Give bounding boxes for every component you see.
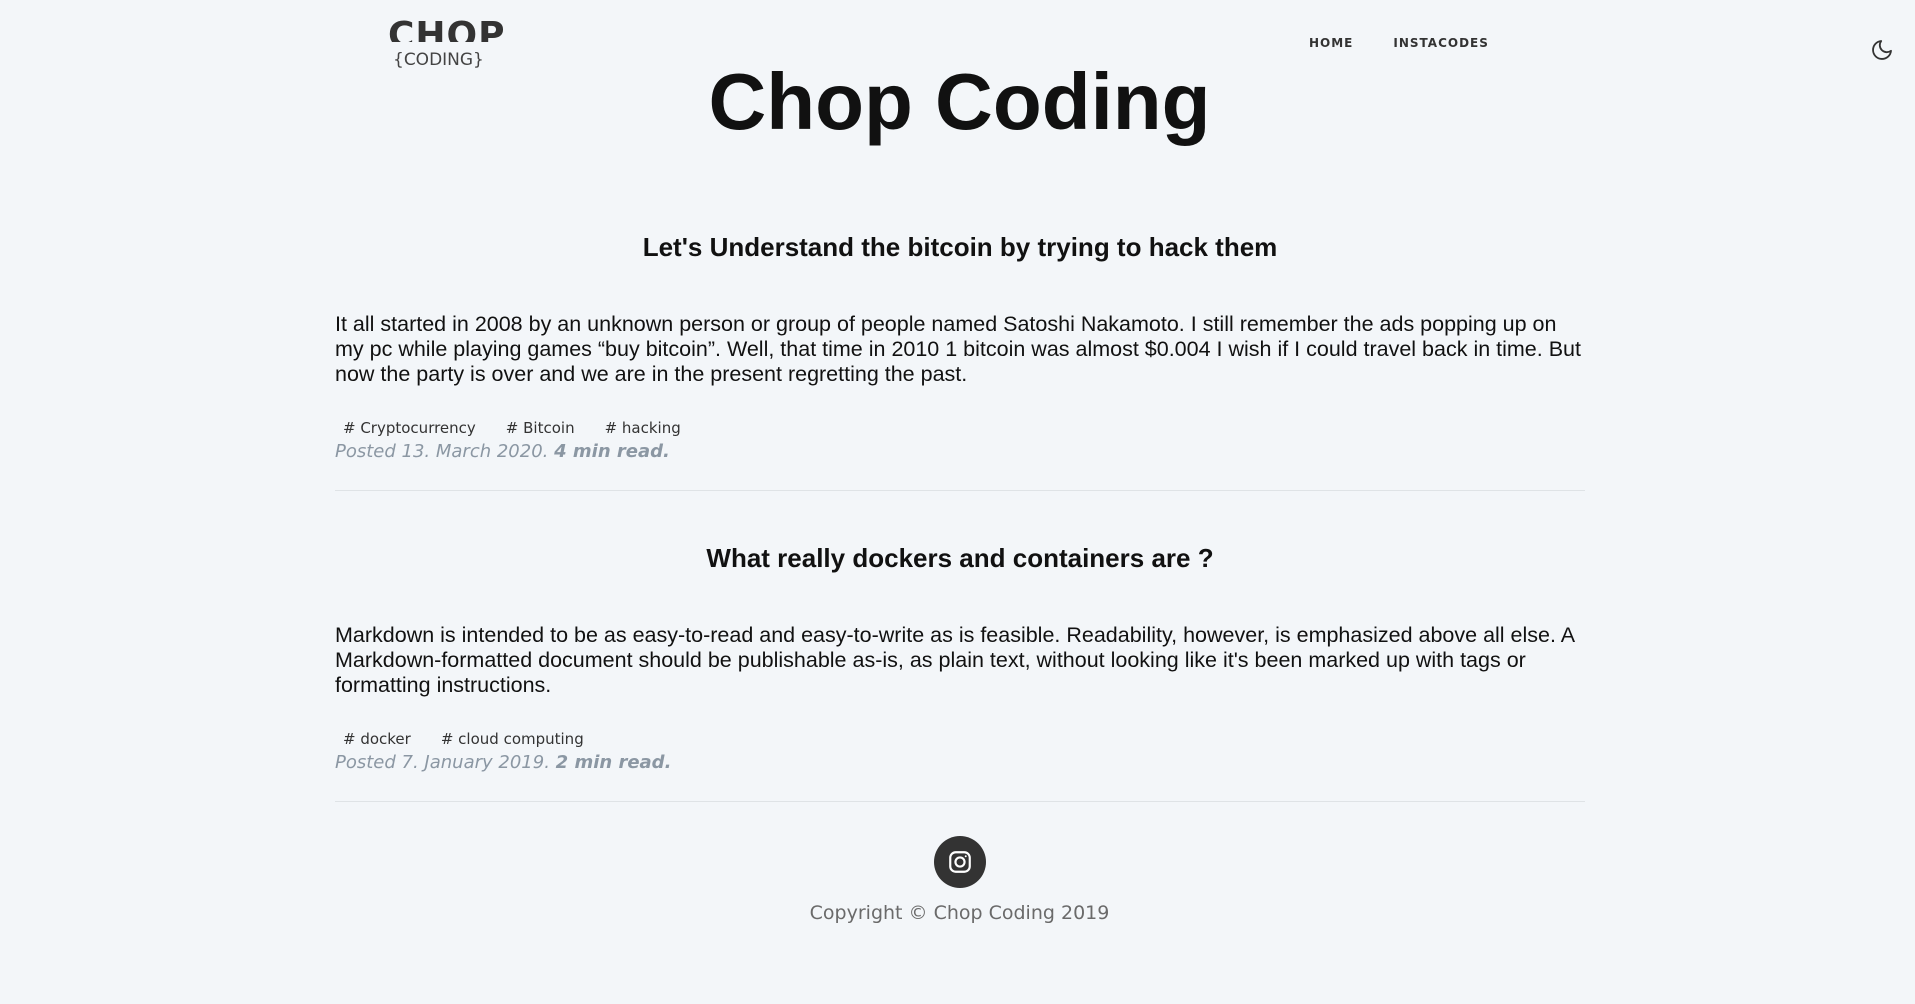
site-title: Chop Coding — [708, 57, 1211, 146]
tag-link[interactable]: # cloud computing — [433, 726, 592, 752]
post-item: Let's Understand the bitcoin by trying t… — [335, 224, 1585, 491]
nav-home[interactable]: HOME — [1309, 36, 1353, 50]
post-date: Posted 7. January 2019. — [335, 752, 550, 773]
tag-link[interactable]: # docker — [335, 726, 419, 752]
post-title[interactable]: What really dockers and containers are ? — [335, 535, 1585, 581]
post-excerpt: Markdown is intended to be as easy-to-re… — [335, 623, 1574, 697]
tag-link[interactable]: # Bitcoin — [498, 415, 583, 441]
post-tags: # Cryptocurrency # Bitcoin # hacking — [335, 415, 1585, 441]
read-time: 2 min read. — [555, 752, 672, 773]
main-nav: HOME INSTACODES — [1309, 36, 1489, 50]
instagram-icon[interactable] — [933, 836, 986, 888]
post-tags: # docker # cloud computing — [335, 726, 1585, 752]
logo-top-text: CHOP — [388, 15, 506, 42]
post-title[interactable]: Let's Understand the bitcoin by trying t… — [335, 224, 1585, 270]
nav-instacodes[interactable]: INSTACODES — [1393, 36, 1489, 50]
post-list: Let's Understand the bitcoin by trying t… — [335, 224, 1585, 802]
read-time: 4 min read. — [554, 441, 670, 462]
tag-link[interactable]: # Cryptocurrency — [335, 415, 484, 441]
footer: Copyright © Chop Coding 2019 — [0, 836, 1915, 924]
tag-link[interactable]: # hacking — [597, 415, 689, 441]
post-date: Posted 13. March 2020. — [335, 441, 549, 462]
post-meta: Posted 7. January 2019. 2 min read. — [335, 752, 1585, 801]
post-meta: Posted 13. March 2020. 4 min read. — [335, 441, 1585, 490]
post-excerpt: It all started in 2008 by an unknown per… — [335, 312, 1581, 386]
post-item: What really dockers and containers are ?… — [335, 491, 1585, 802]
page: CHOP {CODING} HOME INSTACODES Chop Codin… — [0, 0, 1915, 1004]
copyright: Copyright © Chop Coding 2019 — [809, 902, 1110, 924]
